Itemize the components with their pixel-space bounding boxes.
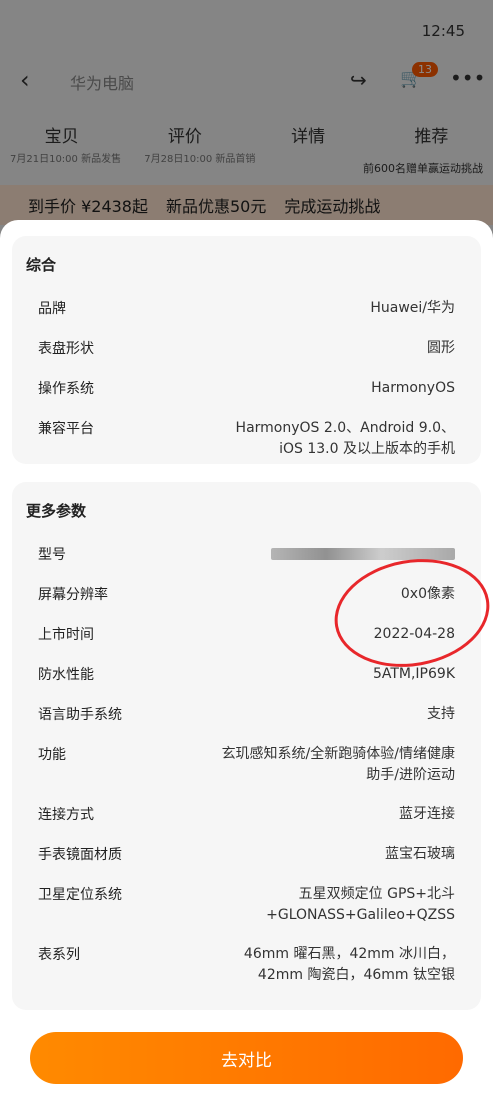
spec-value: HarmonyOS (371, 380, 455, 396)
spec-value: 5ATM,IP69K (372, 666, 455, 682)
spec-label: 品牌 (38, 301, 66, 317)
spec-value: 玄玑感知系统/全新跑骑体验/情绪健康助手/进阶运动 (221, 746, 455, 783)
spec-row-voice-assistant: 语言助手系统 支持 (38, 704, 455, 725)
general-card: 综合 品牌 Huawei/华为 表盘形状 圆形 操作系统 HarmonyOS 兼… (12, 236, 481, 464)
spec-row-features: 功能 玄玑感知系统/全新跑骑体验/情绪健康助手/进阶运动 (38, 744, 455, 786)
spec-label: 语言助手系统 (38, 707, 122, 723)
spec-value: 支持 (427, 706, 455, 722)
spec-label: 上市时间 (38, 627, 94, 643)
spec-value: 圆形 (427, 340, 455, 356)
compare-button[interactable]: 去对比 (30, 1032, 463, 1084)
spec-row-connectivity: 连接方式 蓝牙连接 (38, 804, 455, 825)
spec-row-series: 表系列 46mm 曜石黑，42mm 冰川白，42mm 陶瓷白，46mm 钛空银 (38, 944, 455, 986)
spec-label: 连接方式 (38, 807, 94, 823)
spec-value: HarmonyOS 2.0、Android 9.0、iOS 13.0 及以上版本… (235, 420, 455, 457)
spec-row-gnss: 卫星定位系统 五星双频定位 GPS+北斗+GLONASS+Galileo+QZS… (38, 884, 455, 926)
spec-row-dial-shape: 表盘形状 圆形 (38, 338, 455, 359)
spec-label: 表系列 (38, 947, 80, 963)
general-title: 综合 (26, 256, 57, 274)
more-params-title: 更多参数 (26, 502, 87, 520)
spec-label: 防水性能 (38, 667, 94, 683)
spec-value: 蓝宝石玻璃 (385, 846, 455, 862)
spec-row-brand: 品牌 Huawei/华为 (38, 298, 455, 319)
spec-label: 功能 (38, 747, 66, 763)
spec-label: 操作系统 (38, 381, 94, 397)
spec-label: 表盘形状 (38, 341, 94, 357)
spec-label: 兼容平台 (38, 421, 94, 437)
spec-label: 型号 (38, 547, 66, 563)
spec-row-waterproof: 防水性能 5ATM,IP69K (38, 664, 455, 685)
spec-value: 46mm 曜石黑，42mm 冰川白，42mm 陶瓷白，46mm 钛空银 (243, 946, 455, 983)
spec-row-glass: 手表镜面材质 蓝宝石玻璃 (38, 844, 455, 865)
spec-label: 屏幕分辨率 (38, 587, 108, 603)
spec-label: 卫星定位系统 (38, 887, 122, 903)
spec-row-os: 操作系统 HarmonyOS (38, 378, 455, 399)
spec-value: 蓝牙连接 (399, 806, 455, 822)
spec-row-model: 型号 (38, 544, 455, 564)
spec-label: 手表镜面材质 (38, 847, 122, 863)
spec-value: 五星双频定位 GPS+北斗+GLONASS+Galileo+QZSS (266, 886, 455, 923)
spec-value: Huawei/华为 (370, 300, 455, 316)
spec-row-compat: 兼容平台 HarmonyOS 2.0、Android 9.0、iOS 13.0 … (38, 418, 455, 460)
